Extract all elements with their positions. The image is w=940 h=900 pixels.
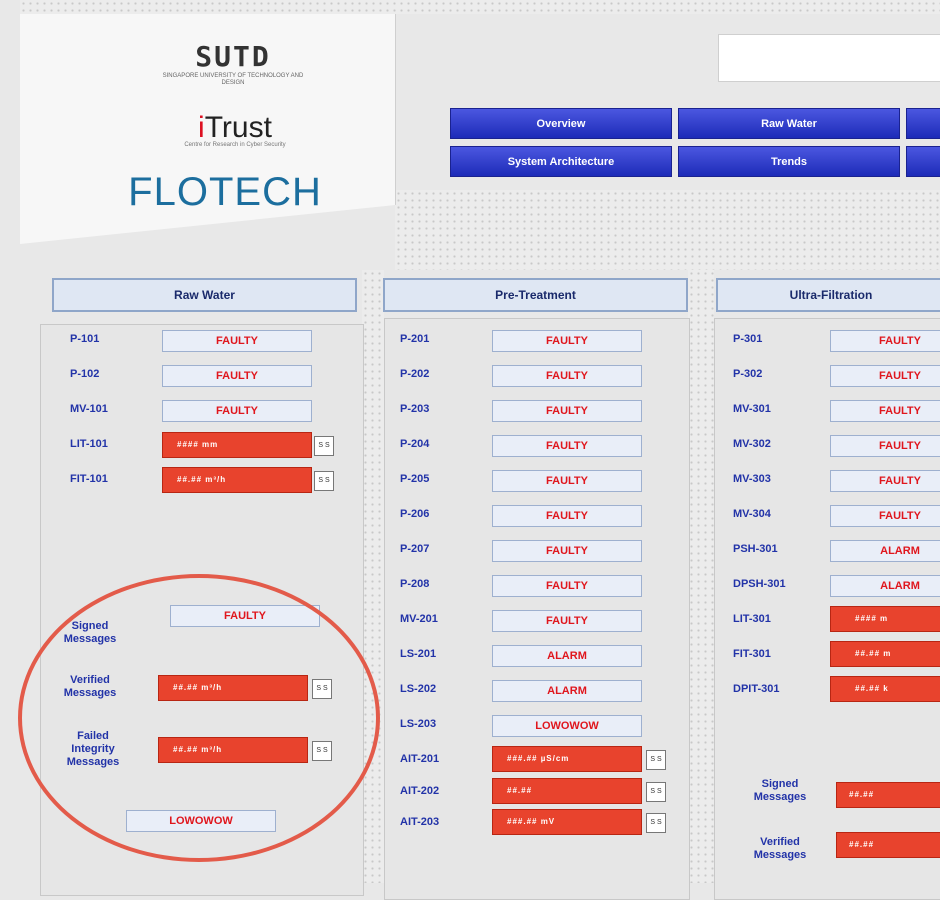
tag-label: P-204 xyxy=(400,438,430,450)
tag-label: FIT-301 xyxy=(733,648,771,660)
status-field: FAULTY xyxy=(492,540,642,562)
top-dotted-strip xyxy=(20,0,940,14)
tag-label: P-203 xyxy=(400,403,430,415)
nav-raw-water-button[interactable]: Raw Water xyxy=(678,108,900,139)
itrust-logo-i: i xyxy=(198,111,205,144)
analog-readout: #### m xyxy=(830,606,940,632)
tag-label: MV-303 xyxy=(733,473,771,485)
tag-label: LIT-301 xyxy=(733,613,771,625)
status-field: FAULTY xyxy=(830,505,940,527)
status-field: FAULTY xyxy=(492,400,642,422)
tag-label: P-206 xyxy=(400,508,430,520)
status-field: FAULTY xyxy=(162,365,312,387)
sutd-logo-subtitle: SINGAPORE UNIVERSITY OF TECHNOLOGY AND D… xyxy=(162,73,304,86)
sutd-logo: SUTD SINGAPORE UNIVERSITY OF TECHNOLOGY … xyxy=(158,40,308,87)
ss-indicator: S S xyxy=(314,436,334,456)
nav-system-architecture-button[interactable]: System Architecture xyxy=(450,146,672,177)
itrust-logo: iTrust Centre for Research in Cyber Secu… xyxy=(160,111,310,149)
tag-label: P-201 xyxy=(400,333,430,345)
status-field: FAULTY xyxy=(830,435,940,457)
status-field: ALARM xyxy=(830,540,940,562)
highlight-circle xyxy=(18,574,380,862)
status-field: FAULTY xyxy=(492,365,642,387)
logo-panel: SUTD SINGAPORE UNIVERSITY OF TECHNOLOGY … xyxy=(20,14,396,244)
page-title-box: S xyxy=(718,34,940,82)
tag-label: FIT-101 xyxy=(70,473,108,485)
tag-label: P-102 xyxy=(70,368,100,380)
tag-label: PSH-301 xyxy=(733,543,778,555)
status-field: FAULTY xyxy=(492,505,642,527)
tag-label: P-205 xyxy=(400,473,430,485)
tag-label: P-302 xyxy=(733,368,763,380)
status-field: FAULTY xyxy=(830,400,940,422)
status-field: ALARM xyxy=(830,575,940,597)
analog-readout: ##.## k xyxy=(830,676,940,702)
status-field: FAULTY xyxy=(492,435,642,457)
analog-readout: ##.## m xyxy=(830,641,940,667)
nav-more-button-bottom[interactable] xyxy=(906,146,940,177)
tag-label: MV-201 xyxy=(400,613,438,625)
status-field: FAULTY xyxy=(162,400,312,422)
raw-water-header: Raw Water xyxy=(52,278,357,312)
signed-messages-label: Signed Messages xyxy=(753,778,807,803)
status-field: FAULTY xyxy=(830,365,940,387)
ss-indicator: S S xyxy=(646,750,666,770)
analog-readout: ##.## m³/h xyxy=(162,467,312,493)
tag-label: LS-201 xyxy=(400,648,437,660)
status-field: FAULTY xyxy=(492,575,642,597)
nav-more-button-top[interactable] xyxy=(906,108,940,139)
itrust-logo-subtitle: Centre for Research in Cyber Security xyxy=(184,142,286,148)
status-field: ALARM xyxy=(492,645,642,667)
tag-label: AIT-203 xyxy=(400,816,440,828)
flotech-logo: FLOTECH xyxy=(128,170,322,214)
tag-label: MV-302 xyxy=(733,438,771,450)
verified-messages-label: Verified Messages xyxy=(753,836,807,861)
tag-label: P-202 xyxy=(400,368,430,380)
ultra-filtration-header: Ultra-Filtration xyxy=(716,278,940,312)
signed-messages-readout: ##.## xyxy=(836,782,940,808)
column-gap-dots-1 xyxy=(362,270,384,883)
nav-overview-button[interactable]: Overview xyxy=(450,108,672,139)
analog-readout: ###.## mV xyxy=(492,809,642,835)
column-gap-dots-2 xyxy=(688,270,714,883)
ss-indicator: S S xyxy=(646,782,666,802)
status-field: FAULTY xyxy=(162,330,312,352)
tag-label: AIT-202 xyxy=(400,785,440,797)
analog-readout: ##.## xyxy=(492,778,642,804)
tag-label: AIT-201 xyxy=(400,753,440,765)
tag-label: LS-202 xyxy=(400,683,437,695)
tag-label: P-207 xyxy=(400,543,430,555)
toolbar-dotted-area xyxy=(395,190,940,270)
tag-label: P-208 xyxy=(400,578,430,590)
sutd-logo-mark: SUTD xyxy=(195,40,271,73)
pre-treatment-header: Pre-Treatment xyxy=(383,278,688,312)
itrust-logo-text: Trust xyxy=(204,111,272,144)
ss-indicator: S S xyxy=(646,813,666,833)
tag-label: DPIT-301 xyxy=(733,683,780,695)
tag-label: MV-304 xyxy=(733,508,771,520)
status-field: FAULTY xyxy=(492,470,642,492)
status-field: LOWOWOW xyxy=(492,715,642,737)
tag-label: MV-101 xyxy=(70,403,108,415)
tag-label: DPSH-301 xyxy=(733,578,786,590)
tag-label: P-101 xyxy=(70,333,100,345)
analog-readout: ###.## µS/cm xyxy=(492,746,642,772)
tag-label: P-301 xyxy=(733,333,763,345)
ss-indicator: S S xyxy=(314,471,334,491)
status-field: FAULTY xyxy=(830,470,940,492)
status-field: ALARM xyxy=(492,680,642,702)
verified-messages-readout: ##.## xyxy=(836,832,940,858)
status-field: FAULTY xyxy=(492,610,642,632)
nav-trends-button[interactable]: Trends xyxy=(678,146,900,177)
tag-label: LIT-101 xyxy=(70,438,108,450)
analog-readout: #### mm xyxy=(162,432,312,458)
status-field: FAULTY xyxy=(830,330,940,352)
tag-label: MV-301 xyxy=(733,403,771,415)
tag-label: LS-203 xyxy=(400,718,437,730)
status-field: FAULTY xyxy=(492,330,642,352)
